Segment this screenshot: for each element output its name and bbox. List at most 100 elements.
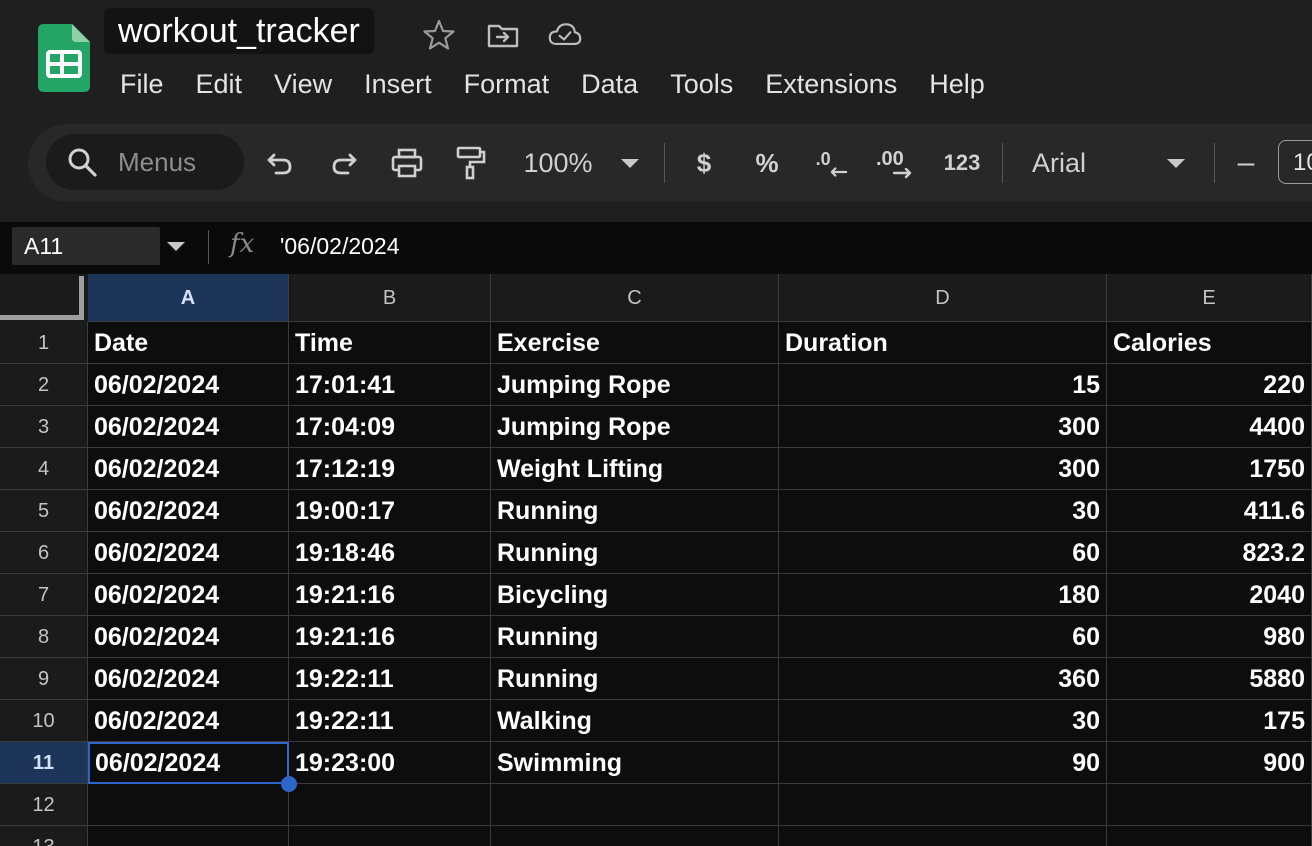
cell-c2[interactable]: Jumping Rope xyxy=(491,364,779,406)
move-to-folder-icon[interactable] xyxy=(486,18,520,52)
cell-e11[interactable]: 900 xyxy=(1107,742,1312,784)
row-header-11[interactable]: 11 xyxy=(0,742,88,784)
cloud-saved-icon[interactable] xyxy=(548,18,582,52)
cell-c1[interactable]: Exercise xyxy=(491,322,779,364)
column-header-c[interactable]: C xyxy=(491,274,779,322)
print-button[interactable] xyxy=(389,145,425,181)
google-sheets-logo-icon[interactable] xyxy=(38,24,90,92)
cell-b5[interactable]: 19:00:17 xyxy=(289,490,491,532)
menu-edit[interactable]: Edit xyxy=(180,64,259,104)
cell-d2[interactable]: 15 xyxy=(779,364,1107,406)
cell-a1[interactable]: Date xyxy=(88,322,289,364)
name-box[interactable]: A11 xyxy=(12,227,160,265)
cell-b2[interactable]: 17:01:41 xyxy=(289,364,491,406)
more-formats-button[interactable]: 123 xyxy=(940,145,984,181)
row-header-6[interactable]: 6 xyxy=(0,532,88,574)
row-header-10[interactable]: 10 xyxy=(0,700,88,742)
cell-b11[interactable]: 19:23:00 xyxy=(289,742,491,784)
cell-c11[interactable]: Swimming xyxy=(491,742,779,784)
fill-handle[interactable] xyxy=(281,776,297,792)
cell-e7[interactable]: 2040 xyxy=(1107,574,1312,616)
cell-a9[interactable]: 06/02/2024 xyxy=(88,658,289,700)
cell-d5[interactable]: 30 xyxy=(779,490,1107,532)
cell-a13[interactable] xyxy=(88,826,289,846)
cell-a3[interactable]: 06/02/2024 xyxy=(88,406,289,448)
cell-a8[interactable]: 06/02/2024 xyxy=(88,616,289,658)
cell-e12[interactable] xyxy=(1107,784,1312,826)
zoom-select[interactable]: 100% xyxy=(514,145,602,181)
cell-e13[interactable] xyxy=(1107,826,1312,846)
menu-data[interactable]: Data xyxy=(565,64,654,104)
cell-e9[interactable]: 5880 xyxy=(1107,658,1312,700)
row-header-7[interactable]: 7 xyxy=(0,574,88,616)
cell-b6[interactable]: 19:18:46 xyxy=(289,532,491,574)
formula-input[interactable]: '06/02/2024 xyxy=(280,230,400,262)
redo-button[interactable] xyxy=(326,145,362,181)
menu-help[interactable]: Help xyxy=(913,64,1001,104)
cell-c9[interactable]: Running xyxy=(491,658,779,700)
row-header-9[interactable]: 9 xyxy=(0,658,88,700)
cell-c5[interactable]: Running xyxy=(491,490,779,532)
cell-d6[interactable]: 60 xyxy=(779,532,1107,574)
cell-a12[interactable] xyxy=(88,784,289,826)
cell-b8[interactable]: 19:21:16 xyxy=(289,616,491,658)
cell-a10[interactable]: 06/02/2024 xyxy=(88,700,289,742)
cell-b10[interactable]: 19:22:11 xyxy=(289,700,491,742)
document-title[interactable]: workout_tracker xyxy=(104,8,374,54)
column-header-b[interactable]: B xyxy=(289,274,491,322)
cell-e2[interactable]: 220 xyxy=(1107,364,1312,406)
cell-b4[interactable]: 17:12:19 xyxy=(289,448,491,490)
cell-d7[interactable]: 180 xyxy=(779,574,1107,616)
star-icon[interactable] xyxy=(422,18,456,52)
paint-format-button[interactable] xyxy=(452,145,488,181)
cell-a2[interactable]: 06/02/2024 xyxy=(88,364,289,406)
cell-b12[interactable] xyxy=(289,784,491,826)
row-header-2[interactable]: 2 xyxy=(0,364,88,406)
cell-d3[interactable]: 300 xyxy=(779,406,1107,448)
cell-c10[interactable]: Walking xyxy=(491,700,779,742)
column-header-a[interactable]: A xyxy=(88,274,289,322)
row-header-4[interactable]: 4 xyxy=(0,448,88,490)
cell-a11[interactable]: 06/02/2024 xyxy=(88,742,289,784)
cell-b9[interactable]: 19:22:11 xyxy=(289,658,491,700)
decrease-decimal-button[interactable]: .0 xyxy=(810,145,850,181)
font-family-select[interactable]: Arial xyxy=(1032,145,1152,181)
cell-a5[interactable]: 06/02/2024 xyxy=(88,490,289,532)
zoom-dropdown-arrow[interactable] xyxy=(620,145,640,181)
cell-e10[interactable]: 175 xyxy=(1107,700,1312,742)
column-header-d[interactable]: D xyxy=(779,274,1107,322)
undo-button[interactable] xyxy=(262,145,298,181)
menu-file[interactable]: File xyxy=(104,64,180,104)
cell-a7[interactable]: 06/02/2024 xyxy=(88,574,289,616)
cell-d11[interactable]: 90 xyxy=(779,742,1107,784)
cell-c12[interactable] xyxy=(491,784,779,826)
name-box-dropdown[interactable] xyxy=(167,242,185,251)
font-dropdown-arrow[interactable] xyxy=(1166,145,1186,181)
select-all-corner[interactable] xyxy=(0,274,88,322)
cell-c13[interactable] xyxy=(491,826,779,846)
cell-e5[interactable]: 411.6 xyxy=(1107,490,1312,532)
column-header-e[interactable]: E xyxy=(1107,274,1312,322)
spreadsheet-grid[interactable]: A B C D E 1 Date Time Exercise Duration Calories 2 0… xyxy=(0,274,1312,846)
cell-e1[interactable]: Calories xyxy=(1107,322,1312,364)
cell-a6[interactable]: 06/02/2024 xyxy=(88,532,289,574)
cell-b3[interactable]: 17:04:09 xyxy=(289,406,491,448)
menu-insert[interactable]: Insert xyxy=(348,64,448,104)
menu-format[interactable]: Format xyxy=(448,64,566,104)
cell-d9[interactable]: 360 xyxy=(779,658,1107,700)
cell-a4[interactable]: 06/02/2024 xyxy=(88,448,289,490)
cell-d8[interactable]: 60 xyxy=(779,616,1107,658)
cell-d13[interactable] xyxy=(779,826,1107,846)
format-percent-button[interactable]: % xyxy=(752,145,782,181)
cell-e6[interactable]: 823.2 xyxy=(1107,532,1312,574)
menu-extensions[interactable]: Extensions xyxy=(749,64,913,104)
cell-b13[interactable] xyxy=(289,826,491,846)
row-header-5[interactable]: 5 xyxy=(0,490,88,532)
menu-view[interactable]: View xyxy=(258,64,348,104)
menu-tools[interactable]: Tools xyxy=(654,64,749,104)
format-currency-button[interactable]: $ xyxy=(690,145,718,181)
cell-c8[interactable]: Running xyxy=(491,616,779,658)
row-header-3[interactable]: 3 xyxy=(0,406,88,448)
row-header-1[interactable]: 1 xyxy=(0,322,88,364)
cell-d10[interactable]: 30 xyxy=(779,700,1107,742)
